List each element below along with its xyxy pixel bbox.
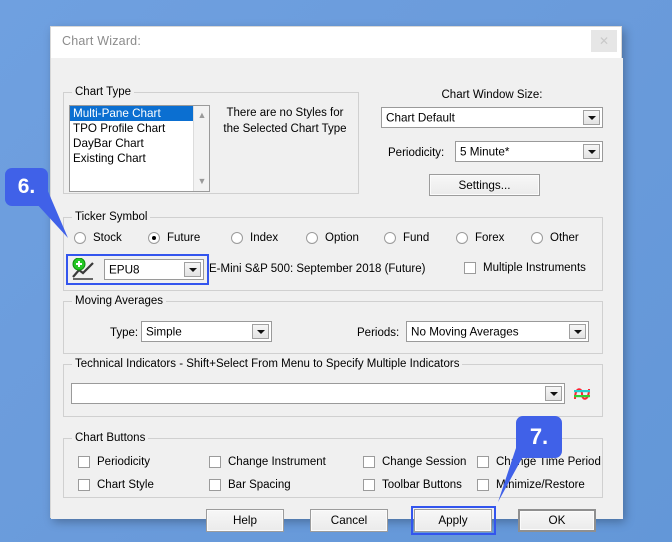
close-icon[interactable]: ✕ xyxy=(591,30,617,52)
checkbox-minimize-restore[interactable]: Minimize/Restore xyxy=(477,479,585,491)
radio-indicator xyxy=(148,232,160,244)
checkbox-periodicity[interactable]: Periodicity xyxy=(78,456,150,468)
callout-step-6: 6. xyxy=(5,168,48,206)
ticker-description: E-Mini S&P 500: September 2018 (Future) xyxy=(209,263,426,275)
checkbox-bar-spacing[interactable]: Bar Spacing xyxy=(209,479,291,491)
radio-indicator xyxy=(456,232,468,244)
styles-note: There are no Styles for the Selected Cha… xyxy=(219,105,351,137)
checkbox-label: Multiple Instruments xyxy=(483,262,586,274)
chevron-down-icon[interactable] xyxy=(569,324,586,339)
checkbox-change-instrument[interactable]: Change Instrument xyxy=(209,456,326,468)
radio-label: Option xyxy=(325,232,359,244)
checkbox-indicator xyxy=(363,479,375,491)
moving-averages-group-label: Moving Averages xyxy=(72,295,167,307)
indicator-waveform-icon[interactable] xyxy=(572,384,594,404)
radio-indicator xyxy=(74,232,86,244)
checkbox-indicator xyxy=(78,456,90,468)
radio-indicator xyxy=(384,232,396,244)
periodicity-label: Periodicity: xyxy=(388,147,445,159)
callout-step-6-label: 6. xyxy=(17,175,36,198)
chart-window-size-combo[interactable]: Chart Default xyxy=(381,107,603,128)
radio-label: Forex xyxy=(475,232,505,244)
styles-note-line2: the Selected Chart Type xyxy=(223,123,347,135)
periodicity-value: 5 Minute* xyxy=(460,145,510,158)
list-item[interactable]: Existing Chart xyxy=(70,151,209,166)
settings-button[interactable]: Settings... xyxy=(429,174,540,196)
checkbox-label: Change Instrument xyxy=(228,456,326,468)
ma-type-combo[interactable]: Simple xyxy=(141,321,272,342)
apply-button[interactable]: Apply xyxy=(414,509,492,532)
radio-option[interactable]: Option xyxy=(306,232,359,244)
list-item[interactable]: Multi-Pane Chart xyxy=(70,106,209,121)
checkbox-indicator xyxy=(209,456,221,468)
scroll-up-icon[interactable]: ▲ xyxy=(194,108,209,123)
chevron-down-icon[interactable] xyxy=(583,110,600,125)
callout-step-7-label: 7. xyxy=(529,424,549,449)
checkbox-chart-style[interactable]: Chart Style xyxy=(78,479,154,491)
checkbox-label: Bar Spacing xyxy=(228,479,291,491)
radio-forex[interactable]: Forex xyxy=(456,232,504,244)
list-item[interactable]: TPO Profile Chart xyxy=(70,121,209,136)
technical-indicators-combo[interactable] xyxy=(71,383,565,404)
title-bar: Chart Wizard: ✕ xyxy=(51,27,621,59)
checkbox-indicator xyxy=(209,479,221,491)
checkbox-indicator xyxy=(78,479,90,491)
radio-fund[interactable]: Fund xyxy=(384,232,429,244)
radio-label: Future xyxy=(167,232,201,244)
checkbox-label: Minimize/Restore xyxy=(496,479,585,491)
ticker-symbol-value: EPU8 xyxy=(109,263,140,276)
chart-type-group-label: Chart Type xyxy=(72,86,135,98)
chart-window-size-value: Chart Default xyxy=(386,111,455,124)
ok-button[interactable]: OK xyxy=(518,509,596,532)
radio-label: Stock xyxy=(93,232,122,244)
checkbox-label: Change Session xyxy=(382,456,467,468)
radio-indicator xyxy=(531,232,543,244)
checkbox-indicator xyxy=(464,262,476,274)
list-item[interactable]: DayBar Chart xyxy=(70,136,209,151)
help-button[interactable]: Help xyxy=(206,509,284,532)
checkbox-toolbar-buttons[interactable]: Toolbar Buttons xyxy=(363,479,462,491)
radio-other[interactable]: Other xyxy=(531,232,579,244)
listbox-scrollbar[interactable]: ▲ ▼ xyxy=(193,106,209,191)
radio-label: Index xyxy=(250,232,279,244)
cancel-button[interactable]: Cancel xyxy=(310,509,388,532)
radio-label: Fund xyxy=(403,232,430,244)
window-title: Chart Wizard: xyxy=(62,34,142,48)
ma-periods-combo[interactable]: No Moving Averages xyxy=(406,321,589,342)
callout-step-7: 7. xyxy=(516,416,562,458)
technical-indicators-group-label: Technical Indicators - Shift+Select From… xyxy=(72,358,463,370)
radio-index[interactable]: Index xyxy=(231,232,278,244)
styles-note-line1: There are no Styles for xyxy=(226,107,344,119)
checkbox-label: Toolbar Buttons xyxy=(382,479,462,491)
chevron-down-icon[interactable] xyxy=(184,262,201,277)
ma-type-value: Simple xyxy=(146,325,182,338)
ma-periods-label: Periods: xyxy=(357,327,400,339)
checkbox-indicator xyxy=(477,456,489,468)
chevron-down-icon[interactable] xyxy=(252,324,269,339)
radio-label: Other xyxy=(550,232,579,244)
radio-indicator xyxy=(306,232,318,244)
add-symbol-icon[interactable] xyxy=(71,258,95,280)
checkbox-label: Chart Style xyxy=(97,479,154,491)
ticker-symbol-combo[interactable]: EPU8 xyxy=(104,259,204,280)
chevron-down-icon[interactable] xyxy=(545,386,562,401)
scroll-down-icon[interactable]: ▼ xyxy=(194,174,209,189)
chart-type-listbox[interactable]: Multi-Pane Chart TPO Profile Chart DayBa… xyxy=(69,105,210,192)
periodicity-combo[interactable]: 5 Minute* xyxy=(455,141,603,162)
checkbox-indicator xyxy=(477,479,489,491)
ma-periods-value: No Moving Averages xyxy=(411,325,519,338)
radio-future[interactable]: Future xyxy=(148,232,200,244)
checkbox-change-session[interactable]: Change Session xyxy=(363,456,466,468)
checkbox-label: Periodicity xyxy=(97,456,151,468)
chevron-down-icon[interactable] xyxy=(583,144,600,159)
ticker-symbol-group-label: Ticker Symbol xyxy=(72,211,151,223)
chart-window-size-label: Chart Window Size: xyxy=(441,89,543,101)
multiple-instruments-checkbox[interactable]: Multiple Instruments xyxy=(464,262,586,274)
checkbox-indicator xyxy=(363,456,375,468)
radio-stock[interactable]: Stock xyxy=(74,232,122,244)
chart-buttons-group-label: Chart Buttons xyxy=(72,432,149,444)
ma-type-label: Type: xyxy=(110,327,139,339)
radio-indicator xyxy=(231,232,243,244)
